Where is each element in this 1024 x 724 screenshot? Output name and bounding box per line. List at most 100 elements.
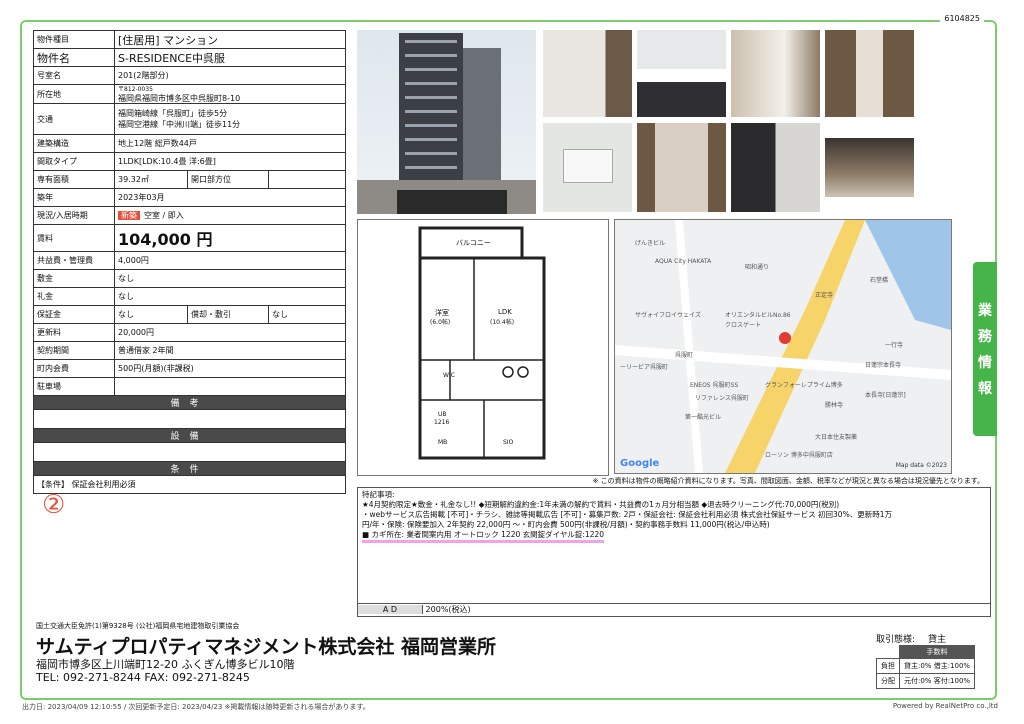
ad-row: A D 200%(税込)	[357, 603, 991, 617]
label: 築年	[33, 188, 115, 207]
ub-size: 1216	[434, 419, 450, 426]
deposit: なし	[114, 269, 346, 288]
common-fee: 4,000円	[114, 251, 346, 270]
built-year: 2023年03月	[114, 188, 346, 207]
label: 現況/入居時期	[33, 206, 115, 225]
output-date: 出力日: 2023/04/09 12:10:55 / 次回更新予定日: 2023…	[22, 703, 370, 711]
parking	[114, 377, 346, 396]
town-fee: 500円(月額)(非課税)	[114, 359, 346, 378]
powered-by: Powered by RealNetPro co.,ltd	[892, 702, 998, 710]
commission-table: 手数料 負担 貸主:0% 借主:100% 分配 元付:0% 客付:100%	[876, 645, 976, 689]
map-credit: Map data ©2023	[895, 462, 947, 469]
map-label: 呉服町	[675, 352, 694, 359]
renewal-fee: 20,000円	[114, 323, 346, 342]
property-info-table: 物件種目 [住居用] マンション 物件名 S-RESIDENCE中呉服 号室名 201…	[33, 30, 346, 494]
balcony-label: バルコニー	[456, 239, 491, 247]
map-label: 大日本住友製薬	[815, 434, 858, 441]
trade-type-value: 貸主	[928, 635, 947, 645]
map-label: 正定寺	[815, 292, 834, 299]
map-label: ローソン 博多中呉服町店	[765, 452, 833, 459]
ad-label: A D	[358, 605, 423, 614]
ub-label: UB	[438, 411, 447, 418]
room-photo-1	[543, 30, 632, 117]
label: 保証金	[33, 305, 115, 324]
mb-label: MB	[438, 439, 448, 446]
guarantee: なし	[114, 305, 188, 324]
tab-char: 業	[978, 303, 992, 319]
map-label: クロスゲート	[725, 322, 762, 329]
sio-label: SIO	[503, 439, 514, 446]
map-label: 第一酷光ビル	[685, 414, 722, 421]
split-value: 元付:0% 客付:100%	[898, 673, 976, 689]
building-photo	[357, 30, 536, 214]
company-phone: TEL: 092-271-8244 FAX: 092-271-8245	[36, 671, 250, 684]
layout-type: 1LDK[LDK:10.4畳 洋:6畳]	[114, 152, 346, 171]
label: 号室名	[33, 66, 115, 85]
label: 契約期間	[33, 341, 115, 360]
label: 駐車場	[33, 377, 115, 396]
label: 専有面積	[33, 170, 115, 189]
conditions-body: 【条件】 保証会社利用必須	[33, 475, 346, 494]
map-label: グランフォーレプライム博多	[765, 382, 843, 389]
burden-value: 貸主:0% 借主:100%	[898, 658, 976, 674]
zip-code: 〒812-0035	[118, 86, 153, 93]
ldk-size: (10.4帖)	[490, 319, 515, 326]
label: 所在地	[33, 84, 115, 104]
label: 更新料	[33, 323, 115, 342]
map-label: AQUA City HAKATA	[655, 258, 712, 265]
wic-label: WIC	[443, 372, 455, 379]
label: 賃料	[33, 224, 115, 252]
special-notes: 特記事項: ★4月契約限定★敷金・礼金なし!! ◆短期解約違約金:1年未満の解約…	[357, 487, 991, 617]
key-money: なし	[114, 287, 346, 306]
license-text: 国土交通大臣免許(1)第9328号 (公社)福岡県宅地建物取引業協会	[36, 622, 240, 630]
business-info-tab[interactable]: 業 務 情 報	[973, 262, 997, 436]
area-map[interactable]: げんきビル AQUA City HAKATA 昭和通り 正定寺 石堂橋 サヴォイフロイウェ…	[614, 219, 952, 474]
map-label: 本長寺[日蓮宗]	[865, 392, 906, 399]
label: 交通	[33, 103, 115, 135]
closet-photo	[637, 123, 726, 212]
map-label: 昭和通り	[745, 264, 770, 271]
orientation	[268, 170, 346, 189]
map-label: リファレンス呉服町	[695, 395, 749, 402]
map-label: 石堂橋	[870, 277, 889, 284]
western-room-size: (6.0帖)	[430, 319, 451, 326]
traffic-2: 福岡空港線「中洲川端」徒歩11分	[118, 120, 241, 129]
status: 空室 / 即入	[144, 211, 184, 220]
label: 間取タイプ	[33, 152, 115, 171]
label: 敷金	[33, 269, 115, 288]
label: 物件種目	[33, 30, 115, 49]
label: 建築構造	[33, 134, 115, 153]
hallway-photo	[825, 30, 914, 117]
bathroom-photo	[731, 123, 820, 212]
map-label: ENEOS 呉服町SS	[690, 382, 739, 389]
document-id: 6104825	[940, 14, 984, 23]
map-label: げんきビル	[635, 240, 666, 247]
tab-char: 報	[978, 381, 992, 397]
equipment-header: 設備	[33, 428, 346, 443]
rent: 104,000 円	[114, 224, 346, 252]
kitchen-photo	[637, 30, 726, 117]
map-label: 一行寺	[885, 342, 904, 349]
property-type: [住居用] マンション	[114, 30, 346, 49]
company-name: サムティプロパティマネジメント株式会社 福岡営業所	[36, 636, 496, 658]
floor-area: 39.32㎡	[114, 170, 188, 189]
map-label: 勝林寺	[825, 402, 844, 409]
ldk-label: LDK	[498, 308, 512, 316]
floor-plan: バルコニー 洋室 (6.0帖) LDK (10.4帖) WIC UB 1216 …	[357, 219, 609, 476]
notes-line: ★4月契約限定★敷金・礼金なし!! ◆短期解約違約金:1年未満の解約で賃料・共益…	[362, 500, 840, 509]
ad-value: 200%(税込)	[425, 605, 471, 614]
notes-line: ・webサービス広告掲載 [不可]・チラシ、雑誌等掲載広告 [不可]・募集戸数:…	[362, 510, 892, 519]
map-label: 日蓮宗本長寺	[865, 362, 902, 369]
label: 物件名	[33, 48, 115, 67]
structure: 地上12階 総戸数44戸	[114, 134, 346, 153]
room-number: 201(2階部分)	[114, 66, 346, 85]
section-marker: ②	[42, 490, 66, 520]
trade-type-label: 取引態様:	[876, 635, 916, 645]
commission-header: 手数料	[898, 645, 976, 659]
tab-char: 情	[978, 355, 992, 371]
control-panel-photo	[543, 123, 632, 212]
conditions-header: 条件	[33, 461, 346, 476]
address: 福岡県福岡市博多区中呉服町8-10	[118, 94, 241, 103]
label: 町内会費	[33, 359, 115, 378]
property-name: S-RESIDENCE中呉服	[114, 48, 346, 67]
